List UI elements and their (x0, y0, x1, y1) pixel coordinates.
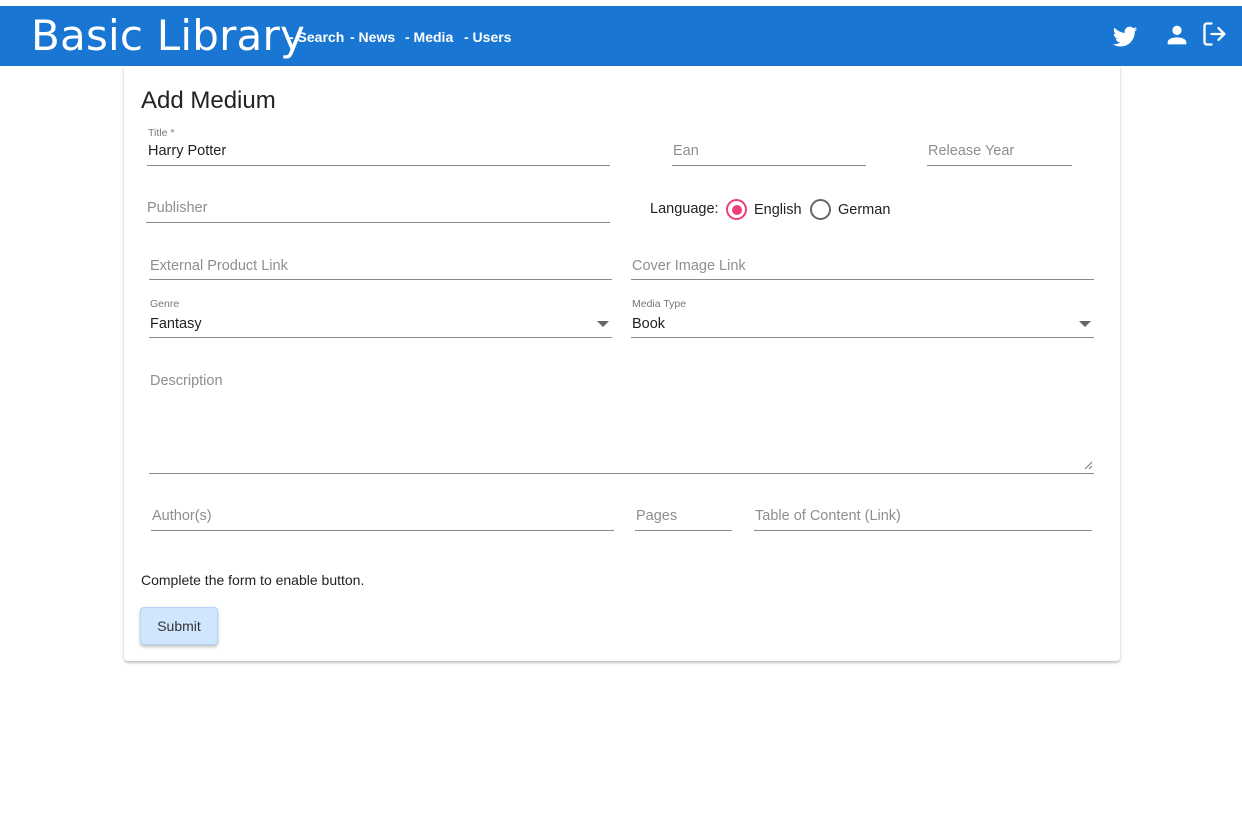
navbar: Basic Library - Search - News - Media - … (0, 6, 1242, 66)
pages-field[interactable]: Pages (635, 494, 732, 531)
language-label: Language: (650, 201, 719, 217)
authors-field[interactable]: Author(s) (151, 494, 614, 531)
logout-icon[interactable] (1201, 20, 1229, 48)
ean-placeholder: Ean (673, 143, 699, 159)
title-label: Title * (148, 127, 175, 139)
external-link-placeholder: External Product Link (150, 258, 288, 274)
media-type-value: Book (632, 316, 666, 332)
title-value: Harry Potter (148, 143, 227, 159)
nav-link-search[interactable]: - Search (289, 29, 344, 45)
cover-link-field[interactable]: Cover Image Link (631, 244, 1094, 280)
nav-link-users[interactable]: - Users (464, 29, 511, 45)
toc-link-field[interactable]: Table of Content (Link) (754, 494, 1092, 531)
language-radio-english[interactable] (726, 199, 747, 220)
title-field[interactable]: Title * Harry Potter (147, 127, 610, 166)
description-placeholder: Description (150, 373, 223, 389)
genre-value: Fantasy (150, 316, 202, 332)
release-year-field[interactable]: Release Year (927, 128, 1072, 166)
description-textarea[interactable]: Description (149, 360, 1094, 474)
submit-button[interactable]: Submit (140, 607, 218, 645)
ean-field[interactable]: Ean (672, 128, 866, 166)
chevron-down-icon[interactable] (1079, 321, 1091, 327)
genre-label: Genre (150, 298, 180, 310)
language-option-german[interactable]: German (838, 201, 890, 219)
page-title: Add Medium (141, 87, 276, 114)
nav-link-media[interactable]: - Media (405, 29, 453, 45)
account-icon[interactable] (1163, 21, 1191, 49)
chevron-down-icon[interactable] (597, 321, 609, 327)
form-hint: Complete the form to enable button. (141, 572, 365, 588)
pages-placeholder: Pages (636, 508, 678, 524)
language-option-english[interactable]: English (754, 201, 802, 219)
twitter-icon[interactable] (1111, 22, 1139, 50)
authors-placeholder: Author(s) (152, 508, 212, 524)
release-year-placeholder: Release Year (928, 143, 1015, 159)
publisher-field[interactable]: Publisher (146, 186, 610, 223)
media-type-label: Media Type (632, 298, 687, 310)
genre-select[interactable]: Genre Fantasy (149, 298, 612, 338)
publisher-placeholder: Publisher (147, 200, 208, 216)
resize-handle-icon[interactable] (1084, 461, 1093, 470)
external-link-field[interactable]: External Product Link (149, 244, 612, 280)
cover-link-placeholder: Cover Image Link (632, 258, 746, 274)
language-radio-german[interactable] (810, 199, 831, 220)
media-type-select[interactable]: Media Type Book (631, 298, 1094, 338)
brand-title[interactable]: Basic Library (31, 11, 305, 61)
toc-link-placeholder: Table of Content (Link) (755, 508, 901, 524)
nav-link-news[interactable]: - News (350, 29, 395, 45)
